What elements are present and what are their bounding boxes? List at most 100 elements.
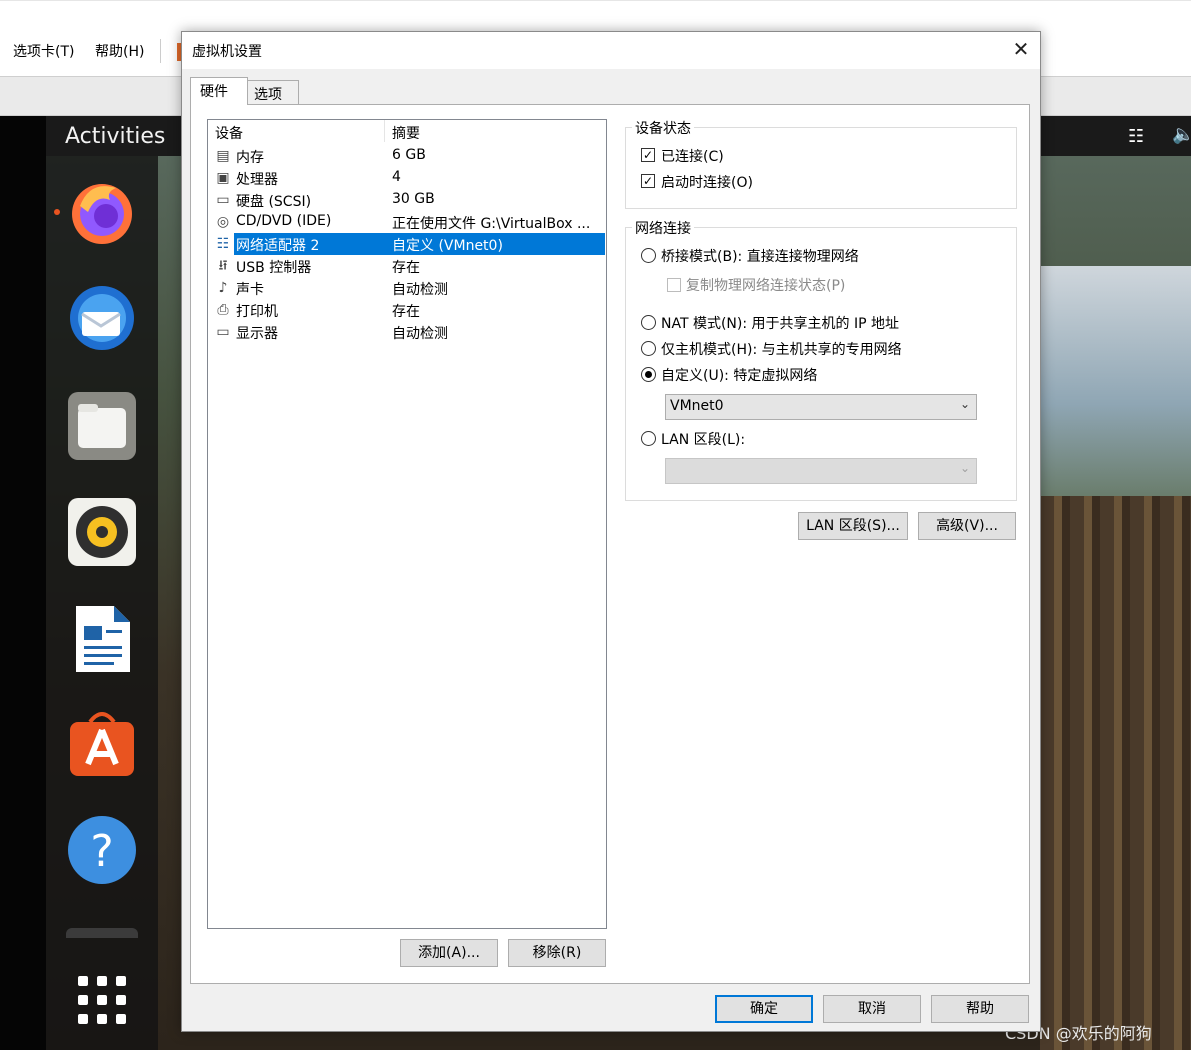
device-summary: 正在使用文件 G:\VirtualBox ...	[392, 216, 591, 232]
bridged-label[interactable]: 桥接模式(B): 直接连接物理网络	[661, 246, 859, 266]
remove-button[interactable]: 移除(R)	[508, 939, 606, 967]
firefox-icon[interactable]	[66, 176, 138, 248]
dialog-title: 虚拟机设置	[192, 44, 262, 60]
device-name: 处理器	[236, 172, 278, 188]
connect-at-power-on-checkbox[interactable]: ✓	[641, 174, 655, 188]
chevron-down-icon: ⌄	[959, 397, 970, 411]
cpu-icon: ▣	[216, 170, 230, 186]
vm-settings-dialog: 虚拟机设置 ✕ 硬件 选项 设备 摘要 ▤ 内存 6 GB ▣ 处理器 4 ▭	[181, 31, 1041, 1032]
network-connection-legend: 网络连接	[632, 218, 694, 238]
software-center-icon[interactable]	[66, 708, 138, 780]
memory-icon: ▤	[216, 148, 230, 164]
wallpaper-mountains	[1040, 266, 1191, 496]
custom-network-select[interactable]: VMnet0 ⌄	[665, 394, 977, 420]
host-only-radio[interactable]	[641, 341, 656, 356]
device-summary: 6 GB	[392, 147, 426, 163]
cancel-button[interactable]: 取消	[823, 995, 921, 1023]
device-summary: 存在	[392, 260, 420, 276]
column-divider[interactable]	[384, 120, 385, 142]
custom-network-value: VMnet0	[670, 398, 724, 414]
device-name: USB 控制器	[236, 260, 312, 276]
nat-radio[interactable]	[641, 315, 656, 330]
advanced-button[interactable]: 高级(V)...	[918, 512, 1016, 540]
device-name: 硬盘 (SCSI)	[236, 194, 312, 210]
menu-help[interactable]: 帮助(H)	[95, 41, 144, 61]
lan-segments-button[interactable]: LAN 区段(S)...	[798, 512, 908, 540]
device-summary: 自定义 (VMnet0)	[385, 233, 605, 255]
display-icon: ▭	[216, 324, 230, 340]
thunderbird-icon[interactable]	[66, 282, 138, 354]
device-row-hard-disk[interactable]: ▭ 硬盘 (SCSI) 30 GB	[208, 189, 606, 211]
device-summary: 存在	[392, 304, 420, 320]
help-button[interactable]: 帮助	[931, 995, 1029, 1023]
tab-hardware[interactable]: 硬件	[190, 77, 248, 105]
bridged-radio[interactable]	[641, 248, 656, 263]
tab-options[interactable]: 选项	[247, 80, 299, 106]
device-name: 打印机	[236, 304, 278, 320]
replicate-state-checkbox[interactable]	[667, 278, 681, 292]
dock-item-partial	[66, 928, 138, 938]
lan-segment-radio[interactable]	[641, 431, 656, 446]
network-adapter-icon: ☷	[216, 236, 230, 252]
device-name: 声卡	[236, 282, 264, 298]
dialog-titlebar: 虚拟机设置 ✕	[182, 32, 1040, 69]
device-row-printer[interactable]: ⎙ 打印机 存在	[208, 299, 606, 321]
column-device[interactable]: 设备	[215, 123, 243, 143]
network-tray-icon[interactable]: ☷	[1128, 126, 1144, 147]
cd-dvd-icon: ◎	[216, 214, 230, 230]
column-summary[interactable]: 摘要	[392, 123, 420, 143]
chevron-down-icon: ⌄	[959, 461, 970, 475]
files-icon[interactable]	[66, 390, 138, 462]
host-only-label[interactable]: 仅主机模式(H): 与主机共享的专用网络	[661, 339, 902, 359]
device-summary: 自动检测	[392, 326, 448, 342]
device-summary: 4	[392, 169, 401, 185]
hard-disk-icon: ▭	[216, 192, 230, 208]
running-indicator	[54, 209, 60, 215]
device-list[interactable]: 设备 摘要 ▤ 内存 6 GB ▣ 处理器 4 ▭ 硬盘 (SCSI) 30 G…	[207, 119, 607, 929]
device-name: 内存	[236, 150, 264, 166]
device-row-network-adapter[interactable]: ☷ 网络适配器 2 自定义 (VMnet0)	[208, 233, 606, 255]
device-row-cd-dvd[interactable]: ◎ CD/DVD (IDE) 正在使用文件 G:\VirtualBox ...	[208, 211, 606, 233]
svg-text:?: ?	[90, 826, 113, 877]
lan-segment-select[interactable]: ⌄	[665, 458, 977, 484]
device-list-header: 设备 摘要	[208, 120, 606, 142]
printer-icon: ⎙	[217, 302, 229, 318]
device-row-processor[interactable]: ▣ 处理器 4	[208, 167, 606, 189]
lan-segment-label[interactable]: LAN 区段(L):	[661, 429, 745, 449]
close-icon[interactable]: ✕	[1008, 36, 1034, 62]
device-row-sound-card[interactable]: ♪ 声卡 自动检测	[208, 277, 606, 299]
libreoffice-writer-icon[interactable]	[66, 602, 138, 674]
menu-separator	[160, 39, 161, 63]
custom-label[interactable]: 自定义(U): 特定虚拟网络	[661, 365, 817, 385]
network-connection-group: 网络连接 桥接模式(B): 直接连接物理网络 复制物理网络连接状态(P) NAT…	[625, 218, 1017, 501]
device-row-display[interactable]: ▭ 显示器 自动检测	[208, 321, 606, 343]
show-applications-icon[interactable]	[76, 974, 128, 1026]
help-icon[interactable]: ?	[66, 814, 138, 886]
rhythmbox-icon[interactable]	[66, 496, 138, 568]
ok-button[interactable]: 确定	[715, 995, 813, 1023]
nat-label[interactable]: NAT 模式(N): 用于共享主机的 IP 地址	[661, 313, 899, 333]
connect-at-power-on-label[interactable]: 启动时连接(O)	[661, 172, 753, 192]
device-status-group: 设备状态 ✓ 已连接(C) ✓ 启动时连接(O)	[625, 118, 1017, 209]
device-row-memory[interactable]: ▤ 内存 6 GB	[208, 145, 606, 167]
add-button[interactable]: 添加(A)...	[400, 939, 498, 967]
activities-button[interactable]: Activities	[65, 124, 165, 149]
custom-radio[interactable]	[641, 367, 656, 382]
menu-tabs[interactable]: 选项卡(T)	[13, 41, 74, 61]
device-name: CD/DVD (IDE)	[236, 213, 332, 229]
volume-tray-icon[interactable]: 🔈	[1172, 124, 1191, 145]
wallpaper-bridge	[1040, 496, 1191, 1050]
device-status-legend: 设备状态	[632, 118, 694, 138]
usb-controller-icon: ⭿	[218, 258, 228, 274]
guest-left-margin	[0, 116, 46, 1050]
device-summary: 30 GB	[392, 191, 435, 207]
sound-card-icon: ♪	[218, 280, 228, 296]
hardware-page: 设备 摘要 ▤ 内存 6 GB ▣ 处理器 4 ▭ 硬盘 (SCSI) 30 G…	[190, 104, 1030, 984]
device-name: 显示器	[236, 326, 278, 342]
device-row-usb-controller[interactable]: ⭿ USB 控制器 存在	[208, 255, 606, 277]
replicate-state-label[interactable]: 复制物理网络连接状态(P)	[686, 275, 845, 295]
connected-label[interactable]: 已连接(C)	[661, 146, 724, 166]
connected-checkbox[interactable]: ✓	[641, 148, 655, 162]
device-name: 网络适配器 2	[234, 233, 385, 255]
device-summary: 自动检测	[392, 282, 448, 298]
